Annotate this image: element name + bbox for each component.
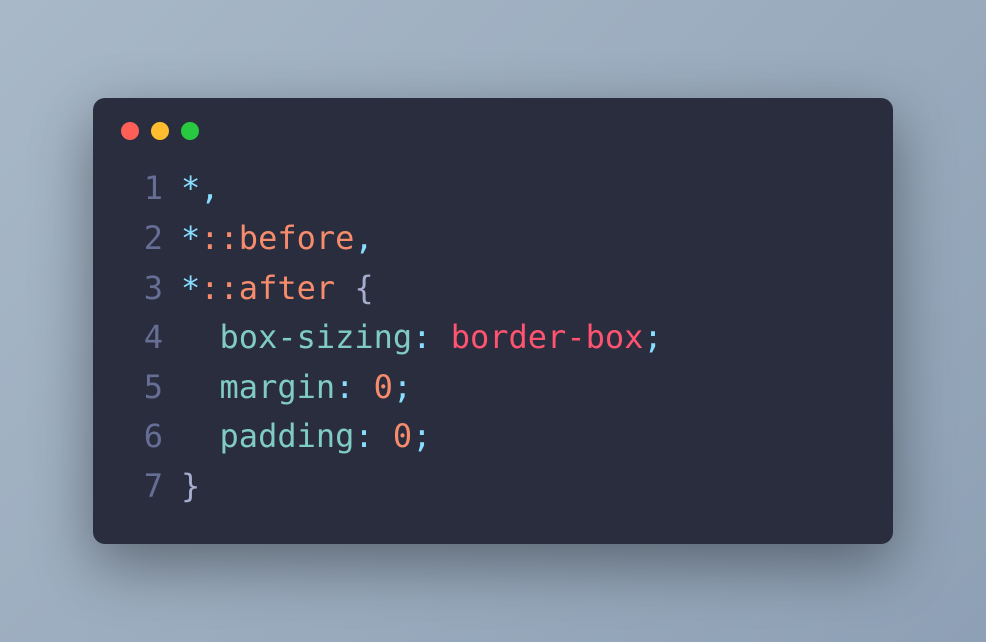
code-token: box-sizing — [220, 318, 413, 356]
code-token: : — [354, 417, 373, 455]
code-line-content: margin: 0; — [181, 363, 412, 413]
code-token — [354, 368, 373, 406]
code-token: * — [181, 169, 200, 207]
code-token: ; — [643, 318, 662, 356]
code-line: 7} — [121, 462, 865, 512]
code-token: ; — [412, 417, 431, 455]
code-token: ; — [393, 368, 412, 406]
code-token: 0 — [393, 417, 412, 455]
line-number: 2 — [121, 214, 163, 264]
code-line-content: *::after { — [181, 264, 374, 314]
code-token — [181, 417, 220, 455]
code-token: margin — [220, 368, 336, 406]
code-token: 0 — [374, 368, 393, 406]
code-token: padding — [220, 417, 355, 455]
code-line: 4 box-sizing: border-box; — [121, 313, 865, 363]
code-token: ::after — [200, 269, 335, 307]
line-number: 7 — [121, 462, 163, 512]
code-token: * — [181, 219, 200, 257]
code-line: 6 padding: 0; — [121, 412, 865, 462]
minimize-button[interactable] — [151, 122, 169, 140]
code-token — [374, 417, 393, 455]
close-button[interactable] — [121, 122, 139, 140]
code-token: border-box — [451, 318, 644, 356]
code-line-content: padding: 0; — [181, 412, 431, 462]
line-number: 4 — [121, 313, 163, 363]
code-area[interactable]: 1*,2*::before,3*::after {4 box-sizing: b… — [93, 164, 893, 511]
line-number: 6 — [121, 412, 163, 462]
code-line: 1 *, — [121, 164, 865, 214]
code-token — [181, 368, 220, 406]
code-token — [431, 318, 450, 356]
code-token: : — [335, 368, 354, 406]
code-token: , — [200, 169, 219, 207]
code-line: 2 *::before, — [121, 214, 865, 264]
maximize-button[interactable] — [181, 122, 199, 140]
code-line-content: *::before, — [181, 214, 374, 264]
editor-window: 1*,2*::before,3*::after {4 box-sizing: b… — [93, 98, 893, 543]
code-line-content: *, — [181, 164, 220, 214]
code-line: 3 *::after { — [121, 264, 865, 314]
code-line-content: box-sizing: border-box; — [181, 313, 663, 363]
code-line-content: } — [181, 462, 200, 512]
code-token — [335, 269, 354, 307]
code-token: , — [354, 219, 373, 257]
code-token: * — [181, 269, 200, 307]
code-token: ::before — [200, 219, 354, 257]
code-token: : — [412, 318, 431, 356]
code-line: 5 margin: 0; — [121, 363, 865, 413]
titlebar — [93, 122, 893, 164]
code-token: } — [181, 467, 200, 505]
code-token — [181, 318, 220, 356]
line-number: 3 — [121, 264, 163, 314]
line-number: 5 — [121, 363, 163, 413]
line-number: 1 — [121, 164, 163, 214]
code-token: { — [354, 269, 373, 307]
